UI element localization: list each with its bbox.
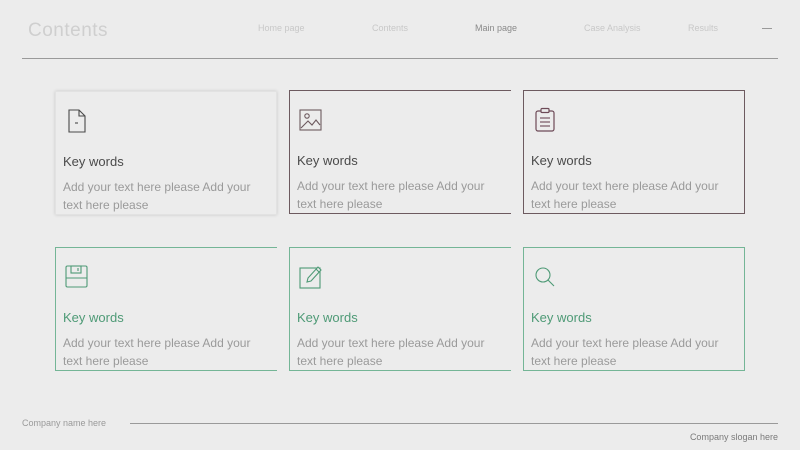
card-edit[interactable]: Key words Add your text here please Add …	[289, 247, 511, 371]
company-slogan: Company slogan here	[689, 432, 778, 442]
edit-icon	[298, 264, 324, 290]
card-body: Add your text here please Add your text …	[297, 336, 485, 368]
image-icon	[298, 107, 324, 133]
footer-divider	[130, 423, 778, 424]
nav-item-results[interactable]: Results	[688, 23, 718, 33]
card-body: Add your text here please Add your text …	[63, 180, 251, 212]
card-body: Add your text here please Add your text …	[531, 336, 719, 368]
card-document[interactable]: Key words Add your text here please Add …	[55, 91, 277, 215]
clipboard-icon	[532, 107, 558, 133]
card-body: Add your text here please Add your text …	[297, 179, 485, 211]
card-heading: Key words	[531, 153, 592, 168]
nav-item-contents[interactable]: Contents	[372, 23, 408, 33]
card-heading: Key words	[63, 310, 124, 325]
nav-item-case-analysis[interactable]: Case Analysis	[584, 23, 641, 33]
card-clipboard[interactable]: Key words Add your text here please Add …	[523, 90, 745, 214]
card-image[interactable]: Key words Add your text here please Add …	[289, 90, 511, 214]
nav-item-main-page[interactable]: Main page	[475, 23, 517, 33]
nav-item-home-page[interactable]: Home page	[258, 23, 305, 33]
header-divider	[22, 58, 778, 59]
top-nav: Home page Contents Main page Case Analys…	[0, 23, 800, 37]
card-save[interactable]: Key words Add your text here please Add …	[55, 247, 277, 371]
document-icon	[64, 108, 90, 134]
card-heading: Key words	[63, 154, 124, 169]
company-name: Company name here	[22, 418, 107, 428]
card-body: Add your text here please Add your text …	[531, 179, 719, 211]
minimize-dash[interactable]	[762, 28, 772, 29]
card-heading: Key words	[297, 310, 358, 325]
card-search[interactable]: Key words Add your text here please Add …	[523, 247, 745, 371]
search-icon	[532, 264, 558, 290]
card-body: Add your text here please Add your text …	[63, 336, 251, 368]
card-heading: Key words	[531, 310, 592, 325]
card-heading: Key words	[297, 153, 358, 168]
save-icon	[64, 264, 90, 290]
